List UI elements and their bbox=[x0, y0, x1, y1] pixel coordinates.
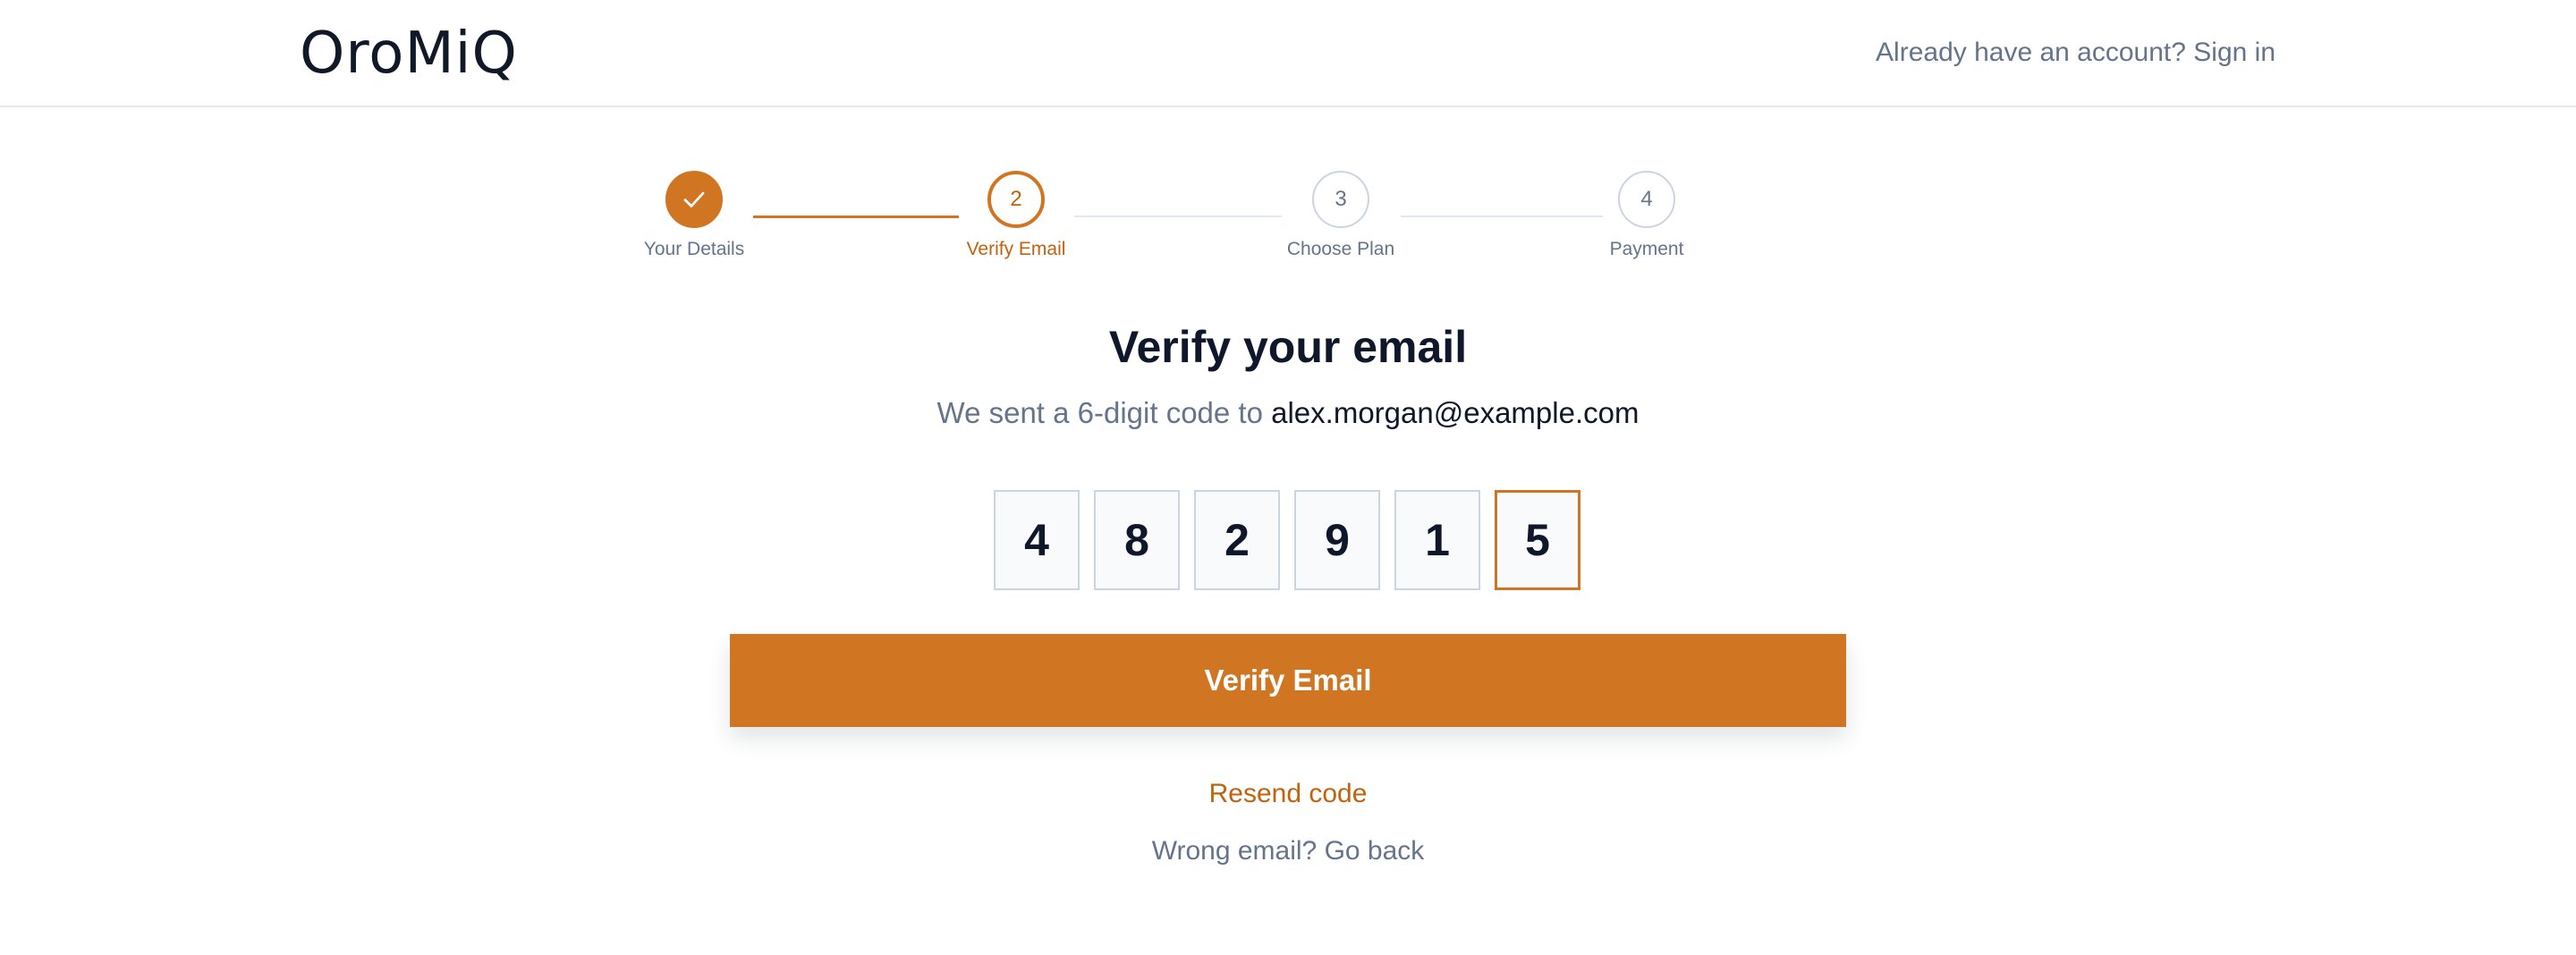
go-back-link-text[interactable]: Wrong email? Go back bbox=[1152, 836, 1425, 866]
resend-code-link-text[interactable]: Resend code bbox=[1209, 779, 1368, 808]
step-1-label: Your Details bbox=[643, 239, 745, 259]
code-digit-5[interactable]: 1 bbox=[1394, 490, 1480, 590]
code-digit-3[interactable]: 2 bbox=[1194, 490, 1280, 590]
signup-stepper: Your Details 2 Verify Email 3 Choose Pla… bbox=[0, 0, 2576, 286]
step-1-circle[interactable] bbox=[665, 171, 723, 228]
code-digit-2[interactable]: 8 bbox=[1094, 490, 1180, 590]
verification-subtitle: We sent a 6-digit code to alex.morgan@ex… bbox=[0, 393, 2576, 433]
step-connector-3 bbox=[1401, 216, 1603, 217]
verification-code-inputs: 4 8 2 9 1 5 bbox=[994, 490, 1580, 590]
step-connector-1 bbox=[753, 216, 959, 218]
step-2-circle: 2 bbox=[987, 171, 1045, 228]
go-back-link: Wrong email? Go back bbox=[0, 833, 2576, 869]
code-digit-4[interactable]: 9 bbox=[1294, 490, 1380, 590]
code-digit-1[interactable]: 4 bbox=[994, 490, 1080, 590]
step-3-circle: 3 bbox=[1312, 171, 1369, 228]
page-title: Verify your email bbox=[1108, 322, 1468, 372]
resend-code-link: Resend code bbox=[0, 776, 2576, 812]
check-icon bbox=[683, 191, 705, 207]
code-digit-6[interactable]: 5 bbox=[1495, 490, 1580, 590]
subtitle-prefix: We sent a 6-digit code to bbox=[936, 396, 1263, 429]
verify-email-button[interactable]: Verify Email bbox=[730, 634, 1846, 727]
step-2-label: Verify Email bbox=[966, 239, 1066, 259]
step-connector-2 bbox=[1074, 216, 1282, 217]
email-address: alex.morgan@example.com bbox=[1271, 396, 1640, 429]
step-3-label: Choose Plan bbox=[1286, 239, 1395, 259]
step-4-label: Payment bbox=[1609, 239, 1684, 259]
step-4-circle: 4 bbox=[1618, 171, 1675, 228]
